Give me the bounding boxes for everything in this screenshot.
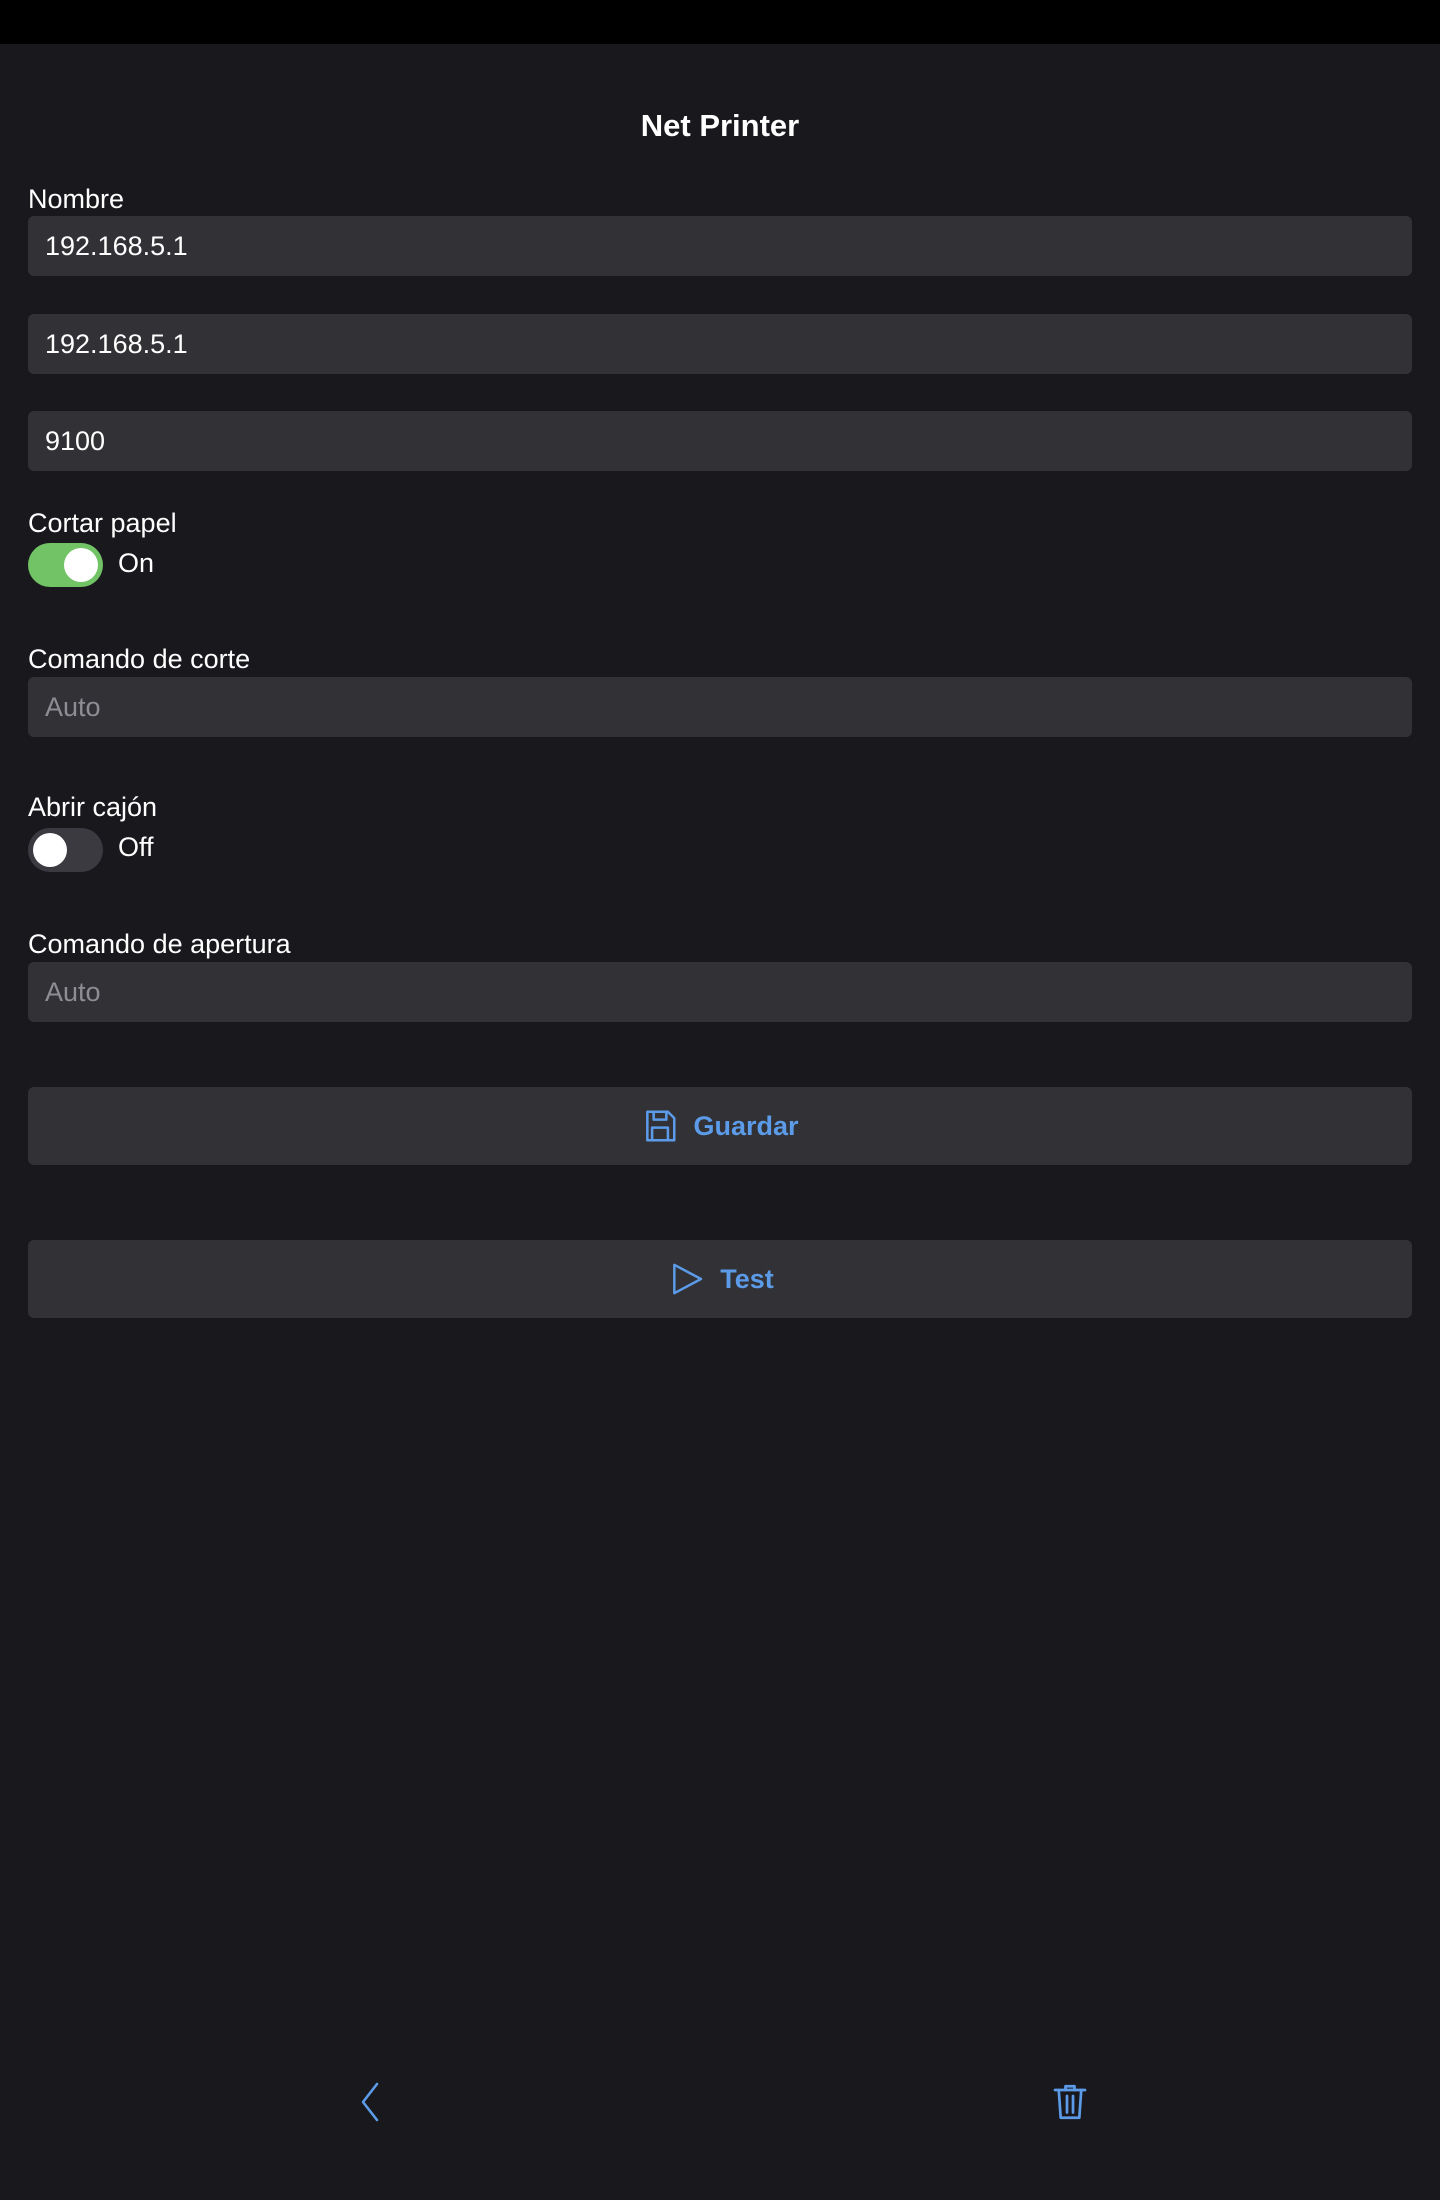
open-command-placeholder: Auto xyxy=(45,976,101,1007)
status-bar xyxy=(0,0,1440,44)
port-field-value: 9100 xyxy=(45,425,106,456)
save-button[interactable]: Guardar xyxy=(28,1087,1412,1165)
save-button-label: Guardar xyxy=(693,1110,799,1141)
delete-button[interactable] xyxy=(1048,2082,1092,2126)
back-button[interactable] xyxy=(348,2082,392,2126)
address-field-value: 192.168.5.1 xyxy=(45,328,188,359)
chevron-left-icon xyxy=(355,2080,385,2129)
toggle-knob xyxy=(33,833,67,867)
cut-paper-label: Cortar papel xyxy=(28,508,177,538)
name-label: Nombre xyxy=(28,184,125,214)
page-title: Net Printer xyxy=(640,108,800,143)
cut-command-field[interactable]: Auto xyxy=(28,677,1412,737)
cut-paper-state: On xyxy=(118,548,155,578)
open-command-field[interactable]: Auto xyxy=(28,962,1412,1022)
port-field[interactable]: 9100 xyxy=(28,411,1412,471)
cut-command-placeholder: Auto xyxy=(45,691,101,722)
cut-command-label: Comando de corte xyxy=(28,644,251,674)
trash-icon xyxy=(1052,2082,1088,2127)
name-field-value: 192.168.5.1 xyxy=(45,230,188,261)
toggle-knob xyxy=(64,548,98,582)
save-icon xyxy=(641,1107,679,1145)
open-drawer-state: Off xyxy=(118,832,154,862)
cut-paper-toggle[interactable] xyxy=(28,543,103,587)
address-field[interactable]: 192.168.5.1 xyxy=(28,314,1412,374)
test-button-label: Test xyxy=(720,1263,774,1294)
test-button[interactable]: Test xyxy=(28,1240,1412,1318)
open-command-label: Comando de apertura xyxy=(28,929,291,959)
open-drawer-toggle[interactable] xyxy=(28,828,103,872)
open-drawer-label: Abrir cajón xyxy=(28,792,158,822)
name-field[interactable]: 192.168.5.1 xyxy=(28,216,1412,276)
play-icon xyxy=(666,1259,706,1299)
